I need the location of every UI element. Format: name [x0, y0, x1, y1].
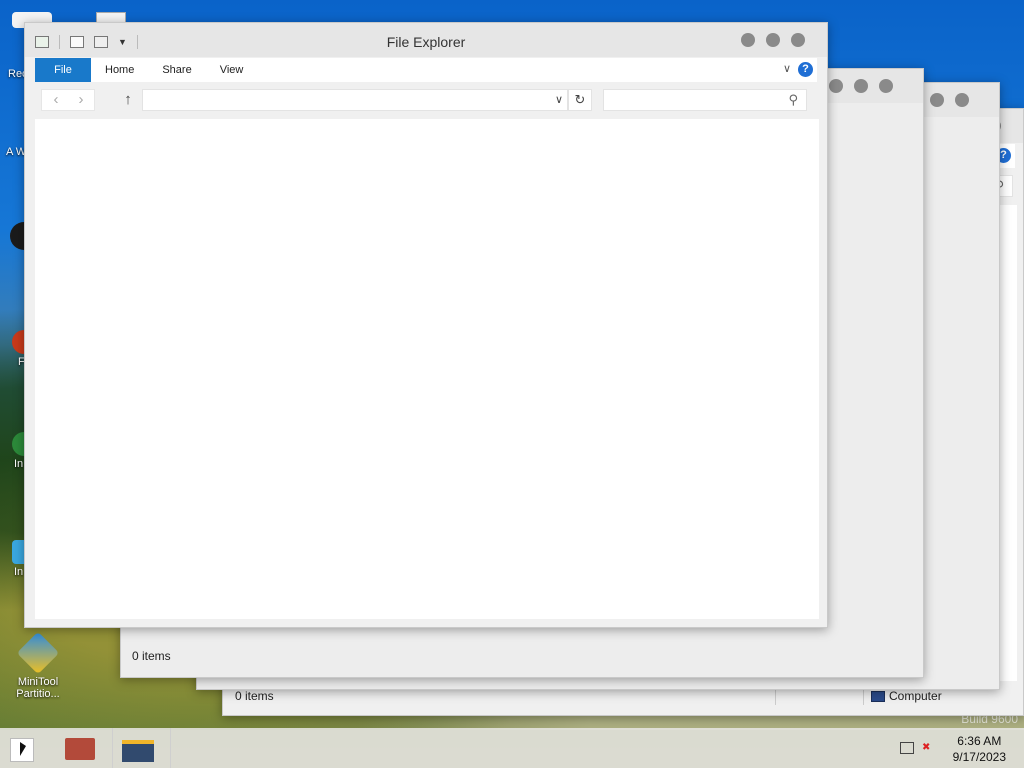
address-bar[interactable]: ∨ [142, 89, 568, 111]
window-title: File Explorer [386, 34, 466, 50]
file-list-pane[interactable] [35, 119, 819, 619]
address-dropdown-chevron-icon[interactable]: ∨ [555, 93, 563, 106]
clock-date: 9/17/2023 [952, 750, 1006, 764]
tab-home[interactable]: Home [91, 58, 148, 82]
desktop-icon-label: MiniTool Partitio... [16, 676, 60, 700]
navigation-bar: ‹ › ↑ ∨ ↻ ⚲ [35, 87, 817, 113]
forward-arrow-icon[interactable]: › [69, 90, 93, 110]
tab-file[interactable]: File [35, 58, 91, 82]
window-controls [829, 79, 893, 93]
maximize-button[interactable] [930, 93, 944, 107]
window-controls [741, 33, 805, 47]
tab-share[interactable]: Share [148, 58, 205, 82]
ribbon-expand-chevron-icon[interactable]: ∨ [783, 62, 791, 75]
desktop-icon-minitool[interactable]: MiniTool Partitio... [8, 631, 68, 700]
maximize-button[interactable] [854, 79, 868, 93]
status-computer-label: Computer [889, 689, 942, 703]
help-icon[interactable]: ? [798, 62, 813, 77]
close-button[interactable] [879, 79, 893, 93]
minimize-button[interactable] [741, 33, 755, 47]
minitool-icon [16, 631, 60, 675]
minimize-button[interactable] [829, 79, 843, 93]
refresh-icon[interactable]: ↻ [568, 89, 592, 111]
taskbar-separator [112, 728, 113, 768]
file-explorer-window[interactable]: ▼ File Explorer File Home Share View ∨ ?… [24, 22, 828, 628]
tools-icon [65, 738, 95, 760]
maximize-button[interactable] [766, 33, 780, 47]
taskbar-separator [170, 728, 171, 768]
volume-muted-icon[interactable]: ✖ [922, 742, 936, 754]
network-icon[interactable] [900, 742, 914, 754]
titlebar[interactable]: ▼ File Explorer [25, 23, 827, 57]
clock-time: 6:36 AM [957, 734, 1002, 748]
back-arrow-icon[interactable]: ‹ [44, 90, 68, 110]
taskbar-app-file-explorer[interactable] [120, 732, 156, 766]
search-box[interactable]: ⚲ [603, 89, 807, 111]
folder-icon [122, 740, 154, 762]
ribbon-tabs: File Home Share View ∨ ? [35, 58, 817, 82]
status-computer: Computer [871, 689, 942, 703]
status-item-count: 0 items [132, 649, 171, 663]
close-button[interactable] [955, 93, 969, 107]
taskbar-app-tools[interactable] [62, 732, 98, 766]
clock[interactable]: 6:36 AM 9/17/2023 [953, 733, 1006, 765]
close-button[interactable] [791, 33, 805, 47]
mouse-cursor-icon [20, 742, 26, 756]
taskbar: ✖ 6:36 AM 9/17/2023 [0, 728, 1024, 768]
computer-icon [871, 690, 885, 702]
status-item-count: 0 items [235, 689, 274, 703]
tab-view[interactable]: View [206, 58, 258, 82]
up-arrow-icon[interactable]: ↑ [116, 90, 140, 110]
search-icon: ⚲ [788, 92, 798, 107]
